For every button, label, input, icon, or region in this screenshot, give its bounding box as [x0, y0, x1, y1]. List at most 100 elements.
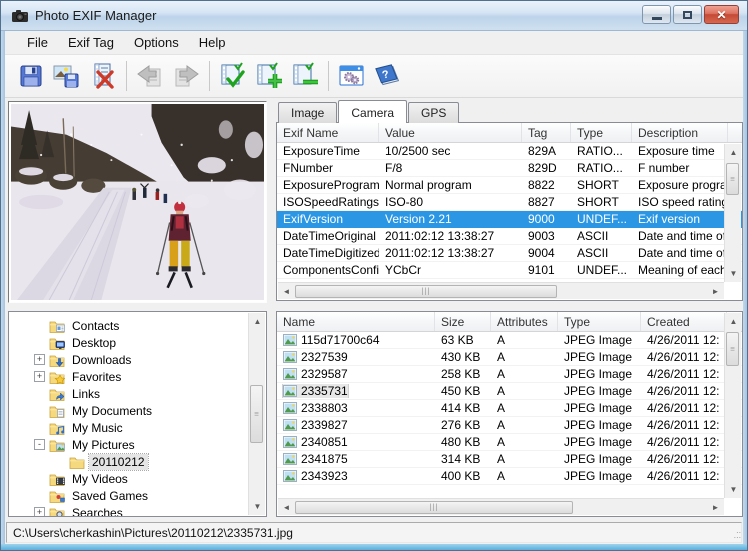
- file-cell: JPEG Image: [558, 418, 641, 432]
- tree-item-links[interactable]: Links: [10, 385, 248, 402]
- options-button[interactable]: [334, 58, 370, 94]
- help-button[interactable]: ?: [370, 58, 406, 94]
- file-table-row[interactable]: 2339827276 KBAJPEG Image4/26/2011 12:: [277, 417, 742, 434]
- image-file-icon: [283, 368, 297, 380]
- titlebar[interactable]: Photo EXIF Manager ✕: [1, 1, 747, 31]
- exif-table-row[interactable]: DateTimeDigitized2011:02:12 13:38:279004…: [277, 245, 742, 262]
- tree-item-my-documents[interactable]: My Documents: [10, 402, 248, 419]
- exif-cell: YCbCr: [379, 263, 522, 277]
- tab-gps[interactable]: GPS: [408, 102, 459, 123]
- verify-exif-tags-button[interactable]: [215, 58, 251, 94]
- exif-table-row[interactable]: DateTimeOriginal2011:02:12 13:38:279003A…: [277, 228, 742, 245]
- tree-item-favorites[interactable]: +Favorites: [10, 368, 248, 385]
- tree-item-contacts[interactable]: Contacts: [10, 317, 248, 334]
- content-area: Image Camera GPS Exif NameValueTagTypeDe…: [5, 98, 743, 519]
- column-header[interactable]: Name: [277, 312, 435, 331]
- column-header[interactable]: Attributes: [491, 312, 558, 331]
- file-table-row[interactable]: 2340851480 KBAJPEG Image4/26/2011 12:: [277, 434, 742, 451]
- exif-cell: 8827: [522, 195, 571, 209]
- tree-item-searches[interactable]: +Searches: [10, 504, 248, 517]
- column-header[interactable]: Value: [379, 123, 522, 142]
- tree-vertical-scrollbar[interactable]: ▲ ≡ ▼: [248, 313, 265, 515]
- save-image-button[interactable]: [49, 58, 85, 94]
- tab-image[interactable]: Image: [278, 102, 337, 123]
- tree-expander-icon[interactable]: +: [34, 371, 45, 382]
- menu-file[interactable]: File: [17, 32, 58, 53]
- column-header[interactable]: Exif Name: [277, 123, 379, 142]
- menu-exif-tag[interactable]: Exif Tag: [58, 32, 124, 53]
- scroll-up-icon[interactable]: ▲: [725, 313, 742, 330]
- resize-grip[interactable]: ∙∙∙∙∙: [727, 530, 741, 544]
- tree-expander-icon[interactable]: -: [34, 439, 45, 450]
- scroll-down-icon[interactable]: ▼: [725, 481, 742, 498]
- scroll-up-icon[interactable]: ▲: [249, 313, 266, 330]
- remove-exif-tag-button[interactable]: [287, 58, 323, 94]
- tree-item-my-music[interactable]: My Music: [10, 419, 248, 436]
- scroll-down-icon[interactable]: ▼: [725, 265, 742, 282]
- tree-item-my-pictures[interactable]: -My Pictures: [10, 436, 248, 453]
- column-header[interactable]: Type: [571, 123, 632, 142]
- exif-cell: ISOSpeedRatings: [277, 195, 379, 209]
- file-table-row[interactable]: 2343923400 KBAJPEG Image4/26/2011 12:: [277, 468, 742, 485]
- tree-expander-icon[interactable]: +: [34, 354, 45, 365]
- folder-folder-icon: [69, 455, 85, 469]
- tree-item-label: Downloads: [69, 352, 134, 368]
- scroll-up-icon[interactable]: ▲: [725, 144, 742, 161]
- tree-expander-icon[interactable]: +: [34, 507, 45, 517]
- exif-cell: SHORT: [571, 178, 632, 192]
- file-table-row[interactable]: 2329587258 KBAJPEG Image4/26/2011 12:: [277, 366, 742, 383]
- exif-cell: Normal program: [379, 178, 522, 192]
- tree-item-downloads[interactable]: + Downloads: [10, 351, 248, 368]
- column-header[interactable]: Size: [435, 312, 491, 331]
- scroll-right-icon[interactable]: ►: [707, 499, 724, 516]
- files-hscroll-thumb[interactable]: |||: [295, 501, 573, 514]
- exif-table-row[interactable]: ExposureProgramNormal program8822SHORTEx…: [277, 177, 742, 194]
- exif-table-row[interactable]: ISOSpeedRatingsISO-808827SHORTISO speed …: [277, 194, 742, 211]
- file-table-row[interactable]: 2341875314 KBAJPEG Image4/26/2011 12:: [277, 451, 742, 468]
- column-header[interactable]: Tag: [522, 123, 571, 142]
- save-image-icon: [53, 63, 81, 89]
- save-button[interactable]: [13, 58, 49, 94]
- file-table-row[interactable]: 115d71700c6463 KBAJPEG Image4/26/2011 12…: [277, 332, 742, 349]
- exif-table-row[interactable]: ComponentsConfig...YCbCr9101UNDEF...Mean…: [277, 262, 742, 279]
- file-table-row[interactable]: 2338803414 KBAJPEG Image4/26/2011 12:: [277, 400, 742, 417]
- exif-table-row[interactable]: ExifVersionVersion 2.219000UNDEF...Exif …: [277, 211, 742, 228]
- maximize-button[interactable]: [673, 5, 702, 24]
- file-table-row[interactable]: 2335731450 KBAJPEG Image4/26/2011 12:: [277, 383, 742, 400]
- scroll-left-icon[interactable]: ◄: [278, 283, 295, 300]
- file-cell: 314 KB: [435, 452, 491, 466]
- column-header[interactable]: Created: [641, 312, 727, 331]
- column-header[interactable]: Type: [558, 312, 641, 331]
- close-button[interactable]: ✕: [704, 5, 739, 24]
- scroll-left-icon[interactable]: ◄: [278, 499, 295, 516]
- file-cell: JPEG Image: [558, 333, 641, 347]
- minimize-button[interactable]: [642, 5, 671, 24]
- delete-exif-button[interactable]: [85, 58, 121, 94]
- scroll-down-icon[interactable]: ▼: [249, 498, 266, 515]
- files-vertical-scrollbar[interactable]: ▲ ≡ ▼: [724, 313, 741, 498]
- tree-item-my-videos[interactable]: My Videos: [10, 470, 248, 487]
- file-name: 2335731: [301, 384, 348, 398]
- pictures-folder-icon: [49, 438, 65, 452]
- file-cell: JPEG Image: [558, 384, 641, 398]
- exif-table-row[interactable]: FNumberF/8829DRATIO...F number: [277, 160, 742, 177]
- tree-vscroll-thumb[interactable]: ≡: [250, 385, 263, 443]
- file-table-row[interactable]: 2327539430 KBAJPEG Image4/26/2011 12:: [277, 349, 742, 366]
- menu-help[interactable]: Help: [189, 32, 236, 53]
- exif-horizontal-scrollbar[interactable]: ◄ ||| ►: [278, 282, 724, 299]
- exif-hscroll-thumb[interactable]: |||: [295, 285, 557, 298]
- add-exif-tag-button[interactable]: [251, 58, 287, 94]
- exif-vscroll-thumb[interactable]: ≡: [726, 163, 739, 195]
- column-header[interactable]: Description: [632, 123, 728, 142]
- menu-options[interactable]: Options: [124, 32, 189, 53]
- tree-item-desktop[interactable]: Desktop: [10, 334, 248, 351]
- exif-vertical-scrollbar[interactable]: ▲ ≡ ▼: [724, 144, 741, 282]
- desktop-folder-icon: [49, 336, 65, 350]
- exif-table-row[interactable]: ExposureTime10/2500 sec829ARATIO...Expos…: [277, 143, 742, 160]
- files-vscroll-thumb[interactable]: ≡: [726, 332, 739, 366]
- files-horizontal-scrollbar[interactable]: ◄ ||| ►: [278, 498, 724, 515]
- tree-item-saved-games[interactable]: Saved Games: [10, 487, 248, 504]
- scroll-right-icon[interactable]: ►: [707, 283, 724, 300]
- tree-item-20110212[interactable]: 20110212: [10, 453, 248, 470]
- tab-camera[interactable]: Camera: [338, 100, 407, 123]
